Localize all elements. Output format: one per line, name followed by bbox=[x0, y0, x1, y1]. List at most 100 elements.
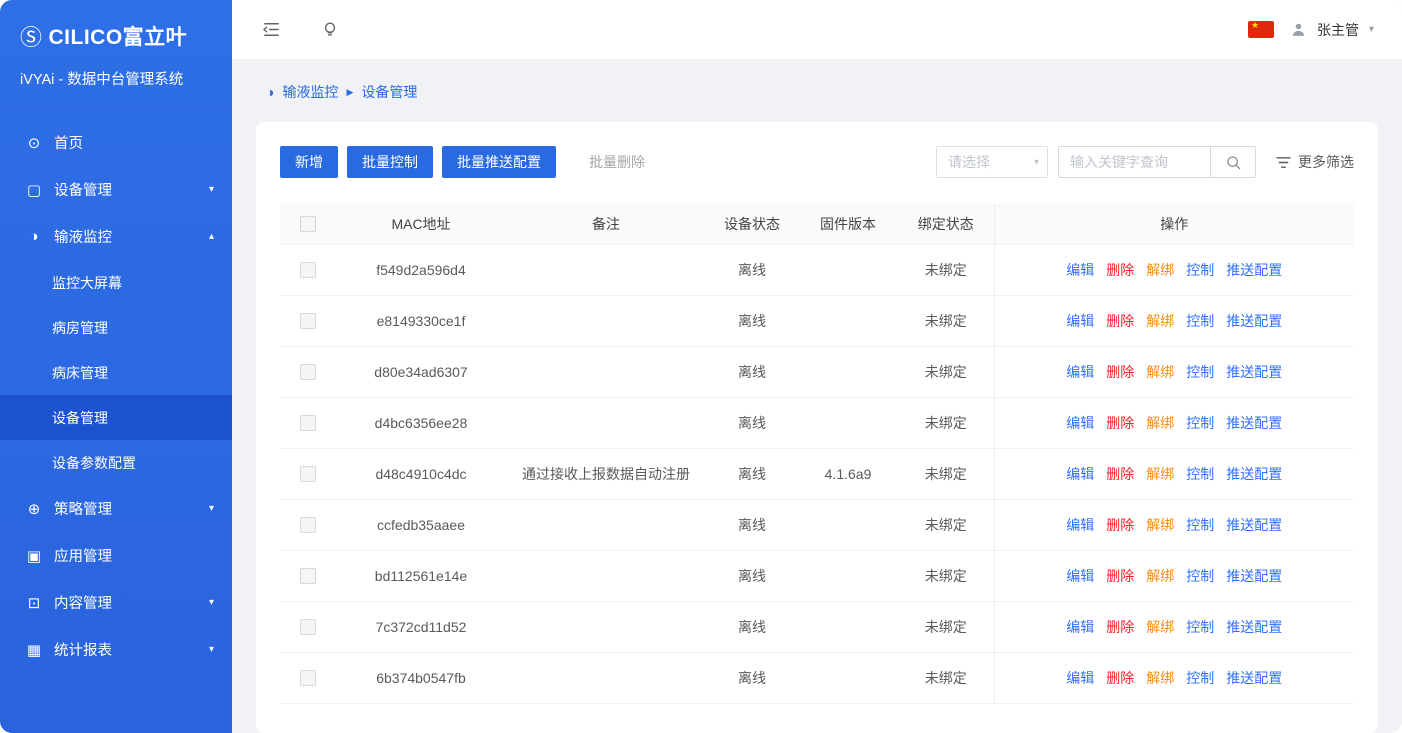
delete-link[interactable]: 删除 bbox=[1106, 262, 1134, 278]
row-checkbox[interactable] bbox=[300, 619, 316, 635]
sidebar-item-device-management[interactable]: ▢设备管理▾ bbox=[0, 166, 232, 213]
keyword-input[interactable] bbox=[1058, 146, 1210, 178]
delete-link[interactable]: 删除 bbox=[1106, 466, 1134, 482]
edit-link[interactable]: 编辑 bbox=[1066, 466, 1094, 482]
control-link[interactable]: 控制 bbox=[1186, 466, 1214, 482]
control-link[interactable]: 控制 bbox=[1186, 568, 1214, 584]
control-link[interactable]: 控制 bbox=[1186, 262, 1214, 278]
sidebar-item-strategy-management[interactable]: ⊕策略管理▾ bbox=[0, 485, 232, 532]
more-filter-button[interactable]: 更多筛选 bbox=[1276, 152, 1354, 172]
delete-link[interactable]: 删除 bbox=[1106, 517, 1134, 533]
unbind-link[interactable]: 解绑 bbox=[1146, 364, 1174, 380]
row-checkbox[interactable] bbox=[300, 415, 316, 431]
row-checkbox[interactable] bbox=[300, 364, 316, 380]
delete-link[interactable]: 删除 bbox=[1106, 670, 1134, 686]
submenu-infusion-monitoring: 监控大屏幕病房管理病床管理设备管理设备参数配置 bbox=[0, 260, 232, 485]
user-name[interactable]: 张主管 bbox=[1317, 20, 1359, 40]
edit-link[interactable]: 编辑 bbox=[1066, 364, 1094, 380]
unbind-link[interactable]: 解绑 bbox=[1146, 415, 1174, 431]
control-link[interactable]: 控制 bbox=[1186, 619, 1214, 635]
push-config-link[interactable]: 推送配置 bbox=[1226, 568, 1282, 584]
filter-select[interactable]: 请选择 ▾ bbox=[936, 146, 1048, 178]
app-subtitle: iVYAi - 数据中台管理系统 bbox=[20, 68, 212, 89]
edit-link[interactable]: 编辑 bbox=[1066, 670, 1094, 686]
push-config-link[interactable]: 推送配置 bbox=[1226, 517, 1282, 533]
control-link[interactable]: 控制 bbox=[1186, 415, 1214, 431]
unbind-link[interactable]: 解绑 bbox=[1146, 517, 1174, 533]
breadcrumb-section[interactable]: 输液监控 bbox=[282, 82, 338, 102]
push-config-link[interactable]: 推送配置 bbox=[1226, 670, 1282, 686]
firmware-cell bbox=[798, 550, 898, 601]
sidebar-item-statistics-report[interactable]: ▦统计报表▾ bbox=[0, 626, 232, 673]
note-cell bbox=[506, 601, 706, 652]
lightbulb-icon[interactable] bbox=[321, 20, 339, 39]
control-link[interactable]: 控制 bbox=[1186, 517, 1214, 533]
delete-link[interactable]: 删除 bbox=[1106, 568, 1134, 584]
batch-control-button[interactable]: 批量控制 bbox=[347, 146, 433, 178]
china-flag-icon[interactable]: ★ bbox=[1248, 21, 1274, 38]
batch-push-config-button[interactable]: 批量推送配置 bbox=[442, 146, 556, 178]
sidebar-subitem-ward-management[interactable]: 病房管理 bbox=[0, 305, 232, 350]
push-config-link[interactable]: 推送配置 bbox=[1226, 364, 1282, 380]
search-button[interactable] bbox=[1210, 146, 1256, 178]
edit-link[interactable]: 编辑 bbox=[1066, 619, 1094, 635]
unbind-link[interactable]: 解绑 bbox=[1146, 313, 1174, 329]
user-icon bbox=[1290, 21, 1307, 38]
sidebar-item-home[interactable]: ⊙首页 bbox=[0, 119, 232, 166]
sidebar-item-content-management[interactable]: ⊡内容管理▾ bbox=[0, 579, 232, 626]
push-config-link[interactable]: 推送配置 bbox=[1226, 415, 1282, 431]
mac-cell: f549d2a596d4 bbox=[336, 244, 506, 295]
edit-link[interactable]: 编辑 bbox=[1066, 568, 1094, 584]
sidebar-item-infusion-monitoring[interactable]: ◑输液监控▴ bbox=[0, 213, 232, 260]
row-checkbox[interactable] bbox=[300, 568, 316, 584]
delete-link[interactable]: 删除 bbox=[1106, 313, 1134, 329]
edit-link[interactable]: 编辑 bbox=[1066, 517, 1094, 533]
push-config-link[interactable]: 推送配置 bbox=[1226, 466, 1282, 482]
report-icon: ▦ bbox=[24, 641, 44, 659]
select-all-header bbox=[280, 204, 336, 244]
table-row: f549d2a596d4离线未绑定编辑删除解绑控制推送配置 bbox=[280, 244, 1354, 295]
unbind-link[interactable]: 解绑 bbox=[1146, 568, 1174, 584]
unbind-link[interactable]: 解绑 bbox=[1146, 466, 1174, 482]
control-link[interactable]: 控制 bbox=[1186, 313, 1214, 329]
row-checkbox[interactable] bbox=[300, 517, 316, 533]
batch-delete-button[interactable]: 批量删除 bbox=[583, 146, 651, 178]
delete-link[interactable]: 删除 bbox=[1106, 364, 1134, 380]
sidebar-item-app-management[interactable]: ▣应用管理 bbox=[0, 532, 232, 579]
sidebar-subitem-monitor-screen[interactable]: 监控大屏幕 bbox=[0, 260, 232, 305]
row-checkbox[interactable] bbox=[300, 466, 316, 482]
delete-link[interactable]: 删除 bbox=[1106, 619, 1134, 635]
row-checkbox[interactable] bbox=[300, 313, 316, 329]
push-config-link[interactable]: 推送配置 bbox=[1226, 262, 1282, 278]
bind-cell: 未绑定 bbox=[898, 295, 994, 346]
control-link[interactable]: 控制 bbox=[1186, 364, 1214, 380]
edit-link[interactable]: 编辑 bbox=[1066, 415, 1094, 431]
unbind-link[interactable]: 解绑 bbox=[1146, 670, 1174, 686]
collapse-sidebar-icon[interactable] bbox=[262, 20, 281, 39]
chevron-down-icon[interactable]: ▾ bbox=[1369, 24, 1374, 35]
sidebar-menu: ⊙首页▢设备管理▾◑输液监控▴监控大屏幕病房管理病床管理设备管理设备参数配置⊕策… bbox=[0, 119, 232, 673]
sidebar-subitem-bed-management[interactable]: 病床管理 bbox=[0, 350, 232, 395]
edit-link[interactable]: 编辑 bbox=[1066, 262, 1094, 278]
sidebar-subitem-device-management[interactable]: 设备管理 bbox=[0, 395, 232, 440]
filter-icon bbox=[1276, 156, 1291, 169]
sidebar-subitem-label: 病房管理 bbox=[52, 318, 108, 338]
actions-cell: 编辑删除解绑控制推送配置 bbox=[994, 499, 1354, 550]
row-checkbox[interactable] bbox=[300, 670, 316, 686]
unbind-link[interactable]: 解绑 bbox=[1146, 619, 1174, 635]
column-header-note: 备注 bbox=[506, 204, 706, 244]
push-config-link[interactable]: 推送配置 bbox=[1226, 313, 1282, 329]
status-cell: 离线 bbox=[706, 550, 798, 601]
checkbox-cell bbox=[280, 601, 336, 652]
edit-link[interactable]: 编辑 bbox=[1066, 313, 1094, 329]
push-config-link[interactable]: 推送配置 bbox=[1226, 619, 1282, 635]
row-checkbox[interactable] bbox=[300, 262, 316, 278]
add-button[interactable]: 新增 bbox=[280, 146, 338, 178]
select-all-checkbox[interactable] bbox=[300, 216, 316, 232]
actions-cell: 编辑删除解绑控制推送配置 bbox=[994, 397, 1354, 448]
delete-link[interactable]: 删除 bbox=[1106, 415, 1134, 431]
sidebar-subitem-device-params-config[interactable]: 设备参数配置 bbox=[0, 440, 232, 485]
note-cell bbox=[506, 499, 706, 550]
unbind-link[interactable]: 解绑 bbox=[1146, 262, 1174, 278]
control-link[interactable]: 控制 bbox=[1186, 670, 1214, 686]
